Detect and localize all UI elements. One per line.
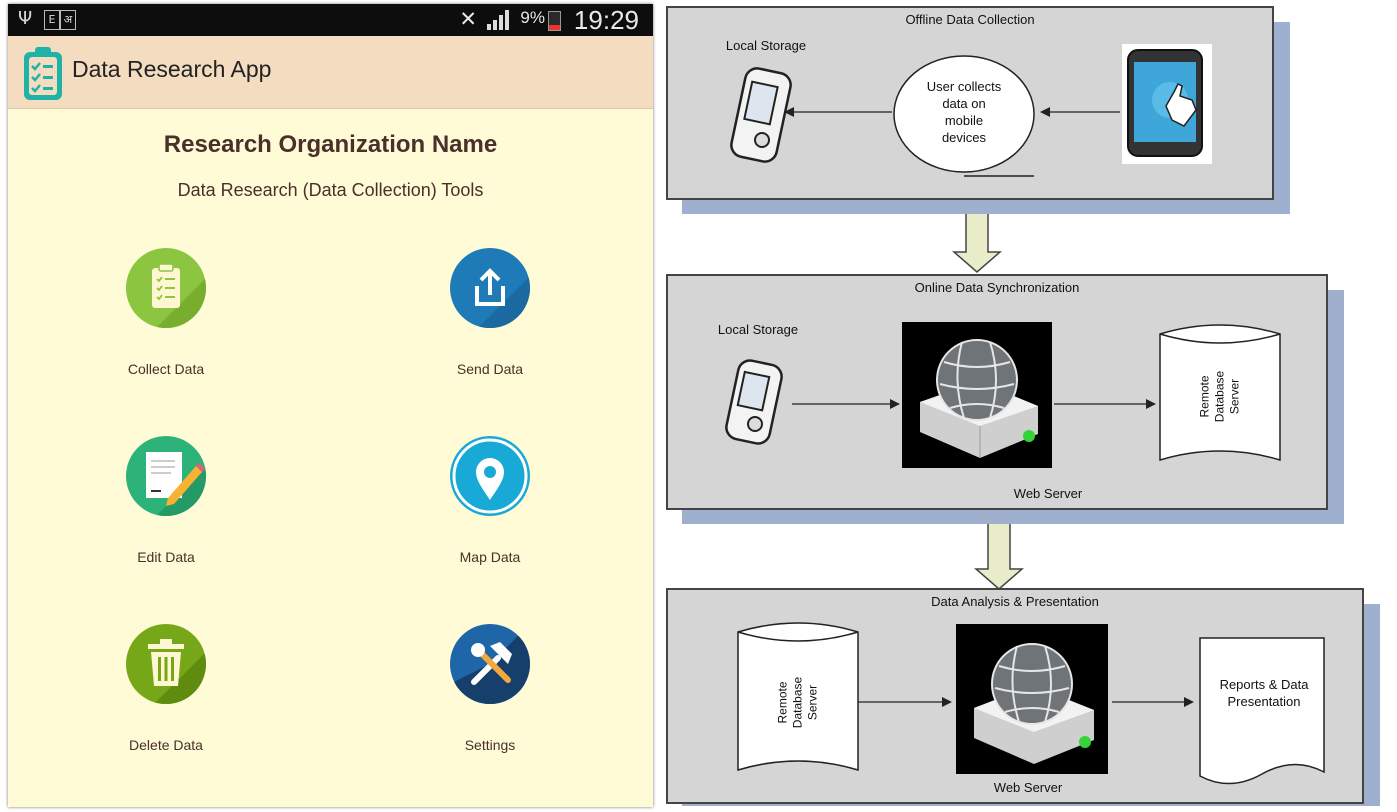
user-collects-text: User collects data on mobile devices — [914, 78, 1014, 146]
arrow-to-reports — [1112, 697, 1194, 707]
settings-label: Settings — [464, 737, 516, 753]
web-server-label: Web Server — [993, 780, 1063, 795]
clipboard-icon — [126, 248, 206, 328]
remote-database-server-label: Remote Database Server — [776, 653, 821, 753]
arrow-to-web-server — [792, 399, 900, 409]
signal-icon — [487, 10, 509, 30]
collect-data-label: Collect Data — [127, 361, 205, 377]
remote-db-line-2: Database — [790, 676, 805, 729]
app-screen: Ψ E अ ✕ 9% 19:29 Data Research App Resea… — [8, 4, 653, 807]
organization-subtitle: Data Research (Data Collection) Tools — [177, 180, 484, 200]
edit-data-label: Edit Data — [137, 549, 195, 565]
collect-data-button[interactable]: Collect Data — [86, 248, 246, 388]
trash-icon — [126, 624, 206, 704]
upload-icon — [450, 248, 530, 328]
touch-smartphone-icon — [1122, 44, 1212, 164]
arrow-to-remote-db — [1054, 399, 1156, 409]
clock: 19:29 — [573, 5, 639, 35]
map-pin-icon — [450, 436, 530, 516]
remote-db-line-3: Server — [805, 684, 820, 721]
local-storage-label: Local Storage — [725, 38, 807, 53]
reports-line-1: Reports & Data — [1219, 677, 1309, 692]
app-title: Data Research App — [72, 56, 272, 82]
delete-data-button[interactable]: Delete Data — [86, 624, 246, 764]
remote-db-line-1: Remote — [1197, 375, 1212, 418]
remote-db-line-1: Remote — [775, 681, 790, 724]
user-collects-line-3: mobile — [944, 113, 984, 128]
user-collects-line-4: devices — [941, 130, 987, 145]
reports-presentation-label: Reports & Data Presentation — [1204, 676, 1324, 710]
data-analysis-presentation-panel: Data Analysis & Presentation Remote Data… — [666, 588, 1364, 804]
battery-icon — [548, 11, 561, 31]
web-server-icon — [956, 624, 1108, 774]
panel-title: Offline Data Collection — [905, 12, 1035, 27]
tools-icon — [450, 624, 530, 704]
web-server-label: Web Server — [1013, 486, 1083, 501]
mute-icon: ✕ — [459, 8, 477, 31]
reports-document-icon — [1199, 637, 1325, 785]
web-server-icon — [902, 322, 1052, 468]
map-data-label: Map Data — [459, 549, 521, 565]
online-data-synchronization-panel: Online Data Synchronization Local Storag… — [666, 274, 1328, 510]
clipboard-logo-icon — [24, 47, 62, 100]
app-bar: Data Research App — [8, 36, 653, 109]
status-bar: Ψ E अ ✕ 9% 19:29 — [8, 4, 653, 36]
edit-data-button[interactable]: Edit Data — [86, 436, 246, 576]
send-data-button[interactable]: Send Data — [410, 248, 570, 388]
status-box-2: अ — [60, 10, 76, 30]
offline-data-collection-panel: Offline Data Collection Local Storage Us… — [666, 6, 1274, 200]
map-data-button[interactable]: Map Data — [410, 436, 570, 576]
reports-line-2: Presentation — [1227, 694, 1301, 709]
local-storage-label: Local Storage — [717, 322, 799, 337]
settings-button[interactable]: Settings — [410, 624, 570, 764]
pda-device-icon — [725, 359, 783, 445]
user-collects-line-1: User collects — [926, 79, 1002, 94]
user-collects-line-2: data on — [942, 96, 986, 111]
document-edit-icon — [126, 436, 206, 516]
delete-data-label: Delete Data — [129, 737, 203, 753]
remote-database-server-label: Remote Database Server — [1198, 347, 1243, 447]
battery-percent: 9% — [520, 8, 545, 27]
remote-db-line-3: Server — [1227, 378, 1242, 415]
organization-name: Research Organization Name — [163, 131, 498, 158]
usb-icon: Ψ — [18, 8, 33, 29]
arrow-to-user-circle — [1040, 107, 1120, 117]
status-box-1: E — [44, 10, 60, 30]
arrow-to-local-storage — [784, 107, 892, 117]
arrow-to-web-server — [858, 697, 952, 707]
send-data-label: Send Data — [456, 361, 524, 377]
panel-title: Online Data Synchronization — [914, 280, 1080, 295]
remote-db-line-2: Database — [1212, 370, 1227, 423]
panel-title: Data Analysis & Presentation — [931, 594, 1099, 609]
